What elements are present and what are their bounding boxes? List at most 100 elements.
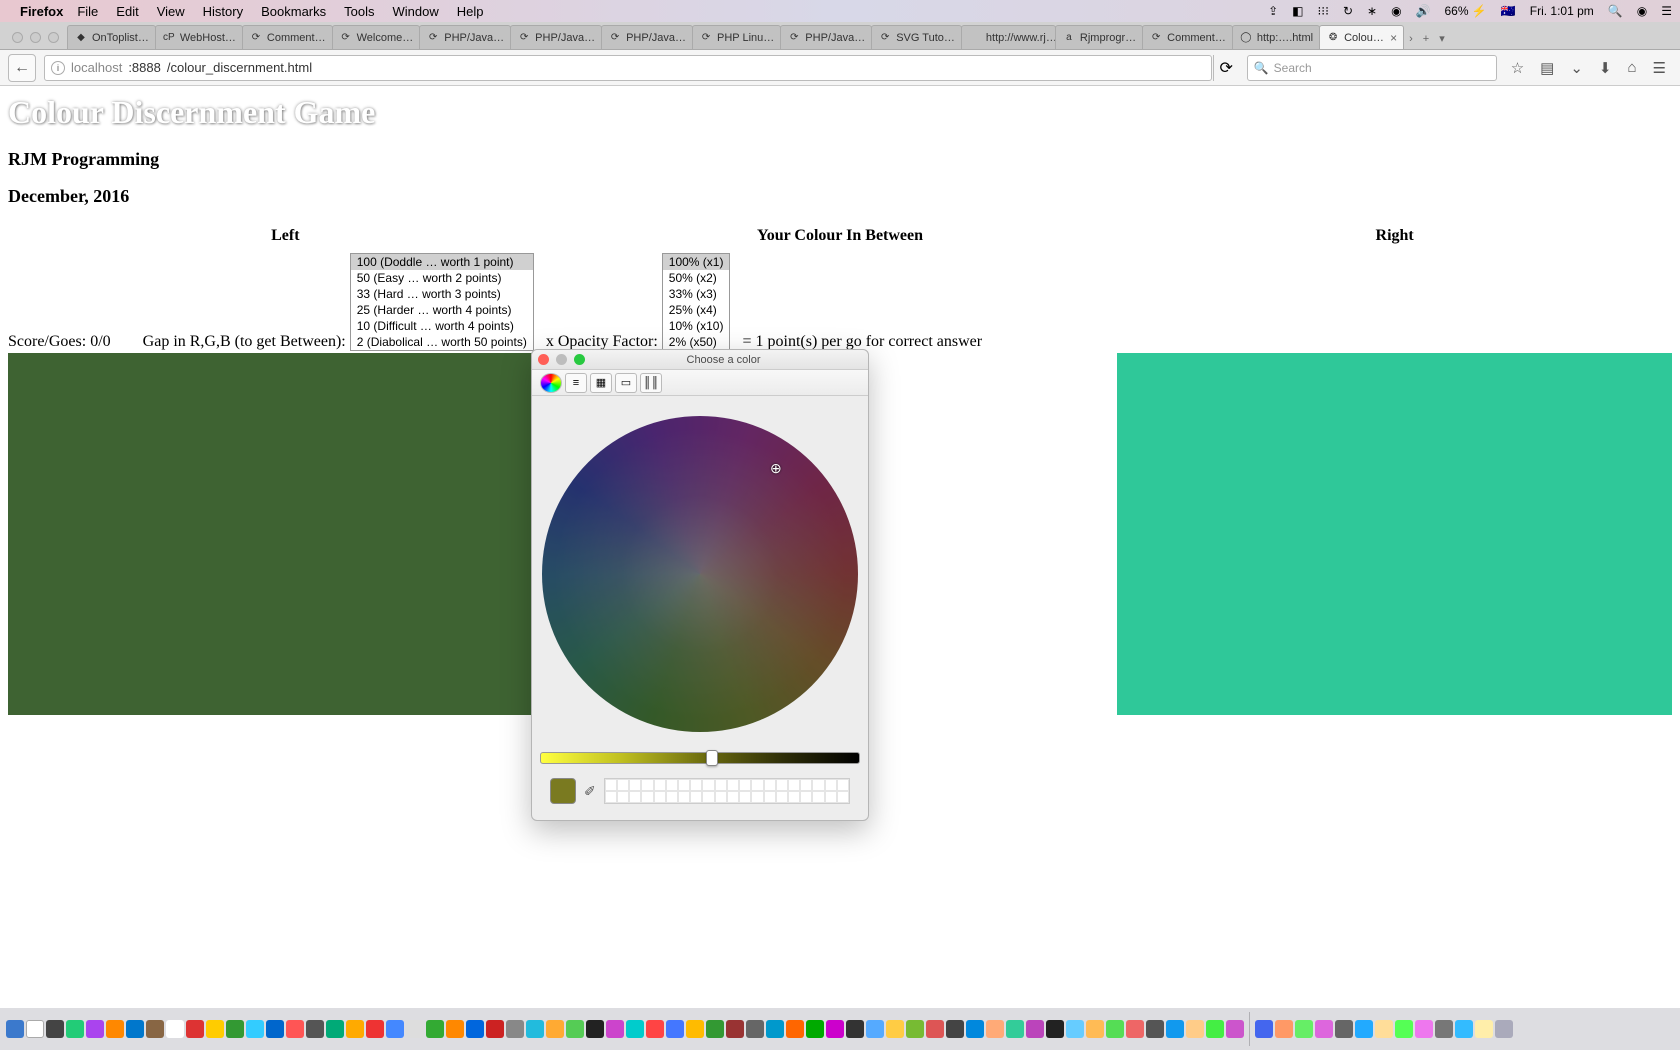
dock-app-icon[interactable] xyxy=(146,1020,164,1038)
browser-tab[interactable]: http://www.rj… xyxy=(961,25,1056,49)
reload-button[interactable]: ⟳ xyxy=(1213,55,1239,81)
browser-tab[interactable]: ⟳Comment… xyxy=(242,25,333,49)
browser-tab[interactable]: ⟳PHP/Java… xyxy=(419,25,511,49)
battery-status[interactable]: 66% ⚡ xyxy=(1445,4,1487,18)
dock-app-icon[interactable] xyxy=(246,1020,264,1038)
dock-app-icon[interactable] xyxy=(1186,1020,1204,1038)
selected-color-swatch[interactable] xyxy=(550,778,576,804)
dock-app-icon[interactable] xyxy=(286,1020,304,1038)
browser-tab[interactable]: ⟳Welcome… xyxy=(332,25,421,49)
dock-app-icon[interactable] xyxy=(866,1020,884,1038)
dock-app-icon[interactable] xyxy=(1086,1020,1104,1038)
dock-app-icon[interactable] xyxy=(886,1020,904,1038)
dock-app-icon[interactable] xyxy=(1146,1020,1164,1038)
dock-app-icon[interactable] xyxy=(706,1020,724,1038)
dock-app-icon[interactable] xyxy=(346,1020,364,1038)
browser-tab[interactable]: ⟳PHP/Java… xyxy=(601,25,693,49)
select-option[interactable]: 50 (Easy … worth 2 points) xyxy=(351,270,533,286)
dock-app-icon[interactable] xyxy=(226,1020,244,1038)
gap-select[interactable]: 100 (Doddle … worth 1 point)50 (Easy … w… xyxy=(350,253,534,351)
menu-window[interactable]: Window xyxy=(393,4,439,19)
dock-app-icon[interactable] xyxy=(406,1020,424,1038)
bookmark-star-icon[interactable]: ☆ xyxy=(1511,59,1524,77)
browser-tab[interactable]: ◆OnToplist… xyxy=(67,25,156,49)
dock-app-icon[interactable] xyxy=(1475,1020,1493,1038)
notification-center-icon[interactable]: ☰ xyxy=(1661,4,1672,18)
dock-app-icon[interactable] xyxy=(1415,1020,1433,1038)
color-wheel[interactable] xyxy=(542,416,858,732)
slider-knob[interactable] xyxy=(706,750,718,766)
zoom-icon[interactable] xyxy=(574,354,585,365)
status-icon[interactable]: ⁝⁝⁝ xyxy=(1317,4,1328,18)
dock-app-icon[interactable] xyxy=(1455,1020,1473,1038)
dock-app-icon[interactable] xyxy=(606,1020,624,1038)
user-icon[interactable]: ◉ xyxy=(1637,4,1647,18)
select-option[interactable]: 25% (x4) xyxy=(663,302,730,318)
color-wheel-tab-icon[interactable] xyxy=(540,373,562,393)
brightness-slider[interactable] xyxy=(540,752,860,764)
recent-colors-grid[interactable] xyxy=(604,778,850,804)
dock-app-icon[interactable] xyxy=(106,1020,124,1038)
dock-app-icon[interactable] xyxy=(626,1020,644,1038)
dock-app-icon[interactable] xyxy=(1046,1020,1064,1038)
dock-app-icon[interactable] xyxy=(46,1020,64,1038)
dock-app-icon[interactable] xyxy=(646,1020,664,1038)
select-option[interactable]: 10 (Difficult … worth 4 points) xyxy=(351,318,533,334)
dock-app-icon[interactable] xyxy=(1275,1020,1293,1038)
browser-tab[interactable]: ⟳SVG Tuto… xyxy=(871,25,962,49)
volume-icon[interactable]: 🔊 xyxy=(1416,4,1431,18)
tabs-menu-icon[interactable]: ▾ xyxy=(1439,32,1445,45)
dock-app-icon[interactable] xyxy=(806,1020,824,1038)
dock-app-icon[interactable] xyxy=(506,1020,524,1038)
menu-tools[interactable]: Tools xyxy=(344,4,374,19)
left-color-swatch[interactable] xyxy=(8,353,563,715)
select-option[interactable]: 50% (x2) xyxy=(663,270,730,286)
menu-history[interactable]: History xyxy=(203,4,243,19)
browser-tab[interactable]: ◯http:….html xyxy=(1232,25,1320,49)
minimize-icon[interactable] xyxy=(556,354,567,365)
dock-app-icon[interactable] xyxy=(266,1020,284,1038)
select-option[interactable]: 33% (x3) xyxy=(663,286,730,302)
dock-app-icon[interactable] xyxy=(1106,1020,1124,1038)
menu-view[interactable]: View xyxy=(157,4,185,19)
status-icon[interactable]: ◧ xyxy=(1292,4,1303,18)
tab-close-icon[interactable]: × xyxy=(1390,31,1397,45)
dock-app-icon[interactable] xyxy=(686,1020,704,1038)
minimize-window-icon[interactable] xyxy=(30,32,41,43)
status-icon[interactable]: ⇪ xyxy=(1268,4,1278,18)
opacity-select[interactable]: 100% (x1)50% (x2)33% (x3)25% (x4)10% (x1… xyxy=(662,253,731,351)
color-wheel-cursor-icon[interactable]: ⊕ xyxy=(770,460,782,472)
window-controls[interactable] xyxy=(8,32,67,49)
home-icon[interactable]: ⌂ xyxy=(1627,59,1636,77)
spotlight-icon[interactable]: 🔍 xyxy=(1608,4,1623,18)
dock-app-icon[interactable] xyxy=(926,1020,944,1038)
browser-tab[interactable]: ⟳PHP Linu… xyxy=(692,25,781,49)
close-window-icon[interactable] xyxy=(12,32,23,43)
pocket-icon[interactable]: ⌄ xyxy=(1570,59,1583,77)
dock-app-icon[interactable] xyxy=(446,1020,464,1038)
dock-app-icon[interactable] xyxy=(426,1020,444,1038)
bluetooth-icon[interactable]: ∗ xyxy=(1367,4,1377,18)
dock-app-icon[interactable] xyxy=(1335,1020,1353,1038)
status-icon[interactable]: ↻ xyxy=(1343,4,1353,18)
eyedropper-icon[interactable]: ✐ xyxy=(584,783,596,800)
pencils-tab-icon[interactable]: ║║ xyxy=(640,373,662,393)
dock-app-icon[interactable] xyxy=(726,1020,744,1038)
dock-app-icon[interactable] xyxy=(906,1020,924,1038)
browser-tab[interactable]: ❂Colou…× xyxy=(1319,25,1404,49)
dock-app-icon[interactable] xyxy=(526,1020,544,1038)
dock-app-icon[interactable] xyxy=(326,1020,344,1038)
dock-app-icon[interactable] xyxy=(1126,1020,1144,1038)
dock-app-icon[interactable] xyxy=(466,1020,484,1038)
dock-app-icon[interactable] xyxy=(306,1020,324,1038)
dock-app-icon[interactable] xyxy=(6,1020,24,1038)
dock-app-icon[interactable] xyxy=(1295,1020,1313,1038)
dock-trash-icon[interactable] xyxy=(1495,1020,1513,1038)
dock-app-icon[interactable] xyxy=(66,1020,84,1038)
dock-app-icon[interactable] xyxy=(1206,1020,1224,1038)
dock-app-icon[interactable] xyxy=(86,1020,104,1038)
dock-app-icon[interactable] xyxy=(366,1020,384,1038)
dock-app-icon[interactable] xyxy=(586,1020,604,1038)
site-identity-icon[interactable]: i xyxy=(51,61,65,75)
image-palettes-tab-icon[interactable]: ▭ xyxy=(615,373,637,393)
